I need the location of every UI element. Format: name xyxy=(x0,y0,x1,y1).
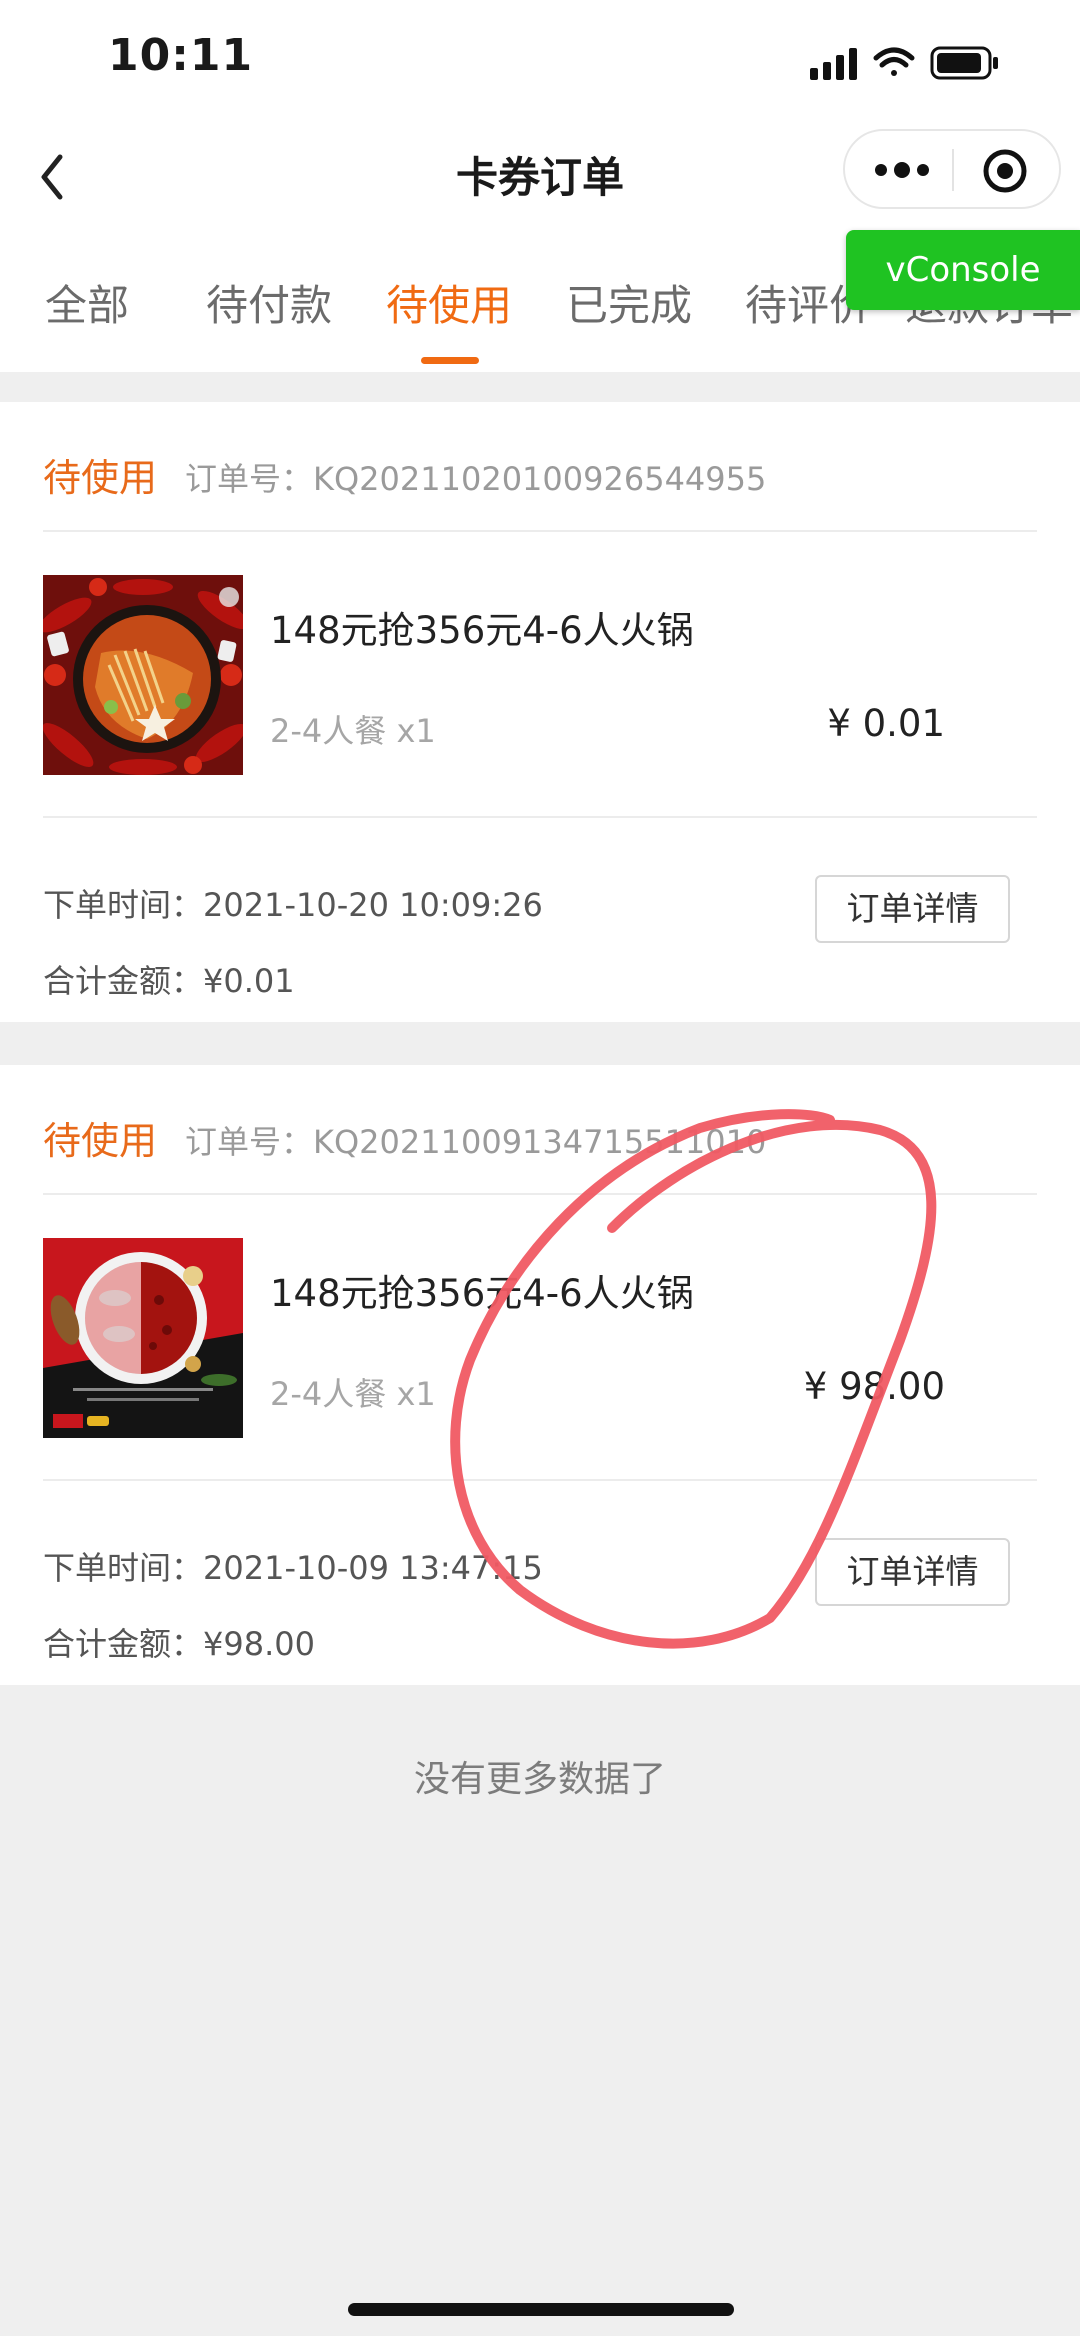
order-status: 待使用 xyxy=(43,1119,158,1163)
no-more-data-text: 没有更多数据了 xyxy=(413,1759,666,1800)
order-detail-button[interactable]: 订单详情 xyxy=(815,875,1010,943)
tab-all[interactable]: 全部 xyxy=(45,272,129,333)
more-icon[interactable] xyxy=(867,149,937,191)
signal-icon xyxy=(810,48,857,80)
divider xyxy=(43,530,1037,532)
order-total: 合计金额：¥0.01 xyxy=(43,962,295,1000)
divider xyxy=(43,1193,1037,1195)
status-time: 10:11 xyxy=(108,30,254,81)
close-miniprogram-icon[interactable] xyxy=(981,147,1029,195)
divider xyxy=(43,816,1037,818)
order-time: 下单时间：2021-10-09 13:47:15 xyxy=(43,1549,543,1587)
home-indicator xyxy=(348,2303,734,2316)
order-detail-button[interactable]: 订单详情 xyxy=(815,1538,1010,1606)
vconsole-button[interactable]: vConsole xyxy=(846,230,1080,310)
order-card: 待使用 订单号：KQ20211020100926544955 148元抢356元… xyxy=(0,402,1080,1022)
product-price: ¥ 0.01 xyxy=(827,702,945,745)
order-number: 订单号：KQ20211020100926544955 xyxy=(185,460,767,498)
status-bar: 10:11 xyxy=(0,0,1080,120)
hotpot-poster-image xyxy=(43,1238,243,1438)
hotpot-image xyxy=(43,575,243,775)
tab-to-use[interactable]: 待使用 xyxy=(386,272,512,333)
product-thumbnail[interactable] xyxy=(43,575,243,775)
product-name[interactable]: 148元抢356元4-6人火锅 xyxy=(270,1263,694,1317)
order-total: 合计金额：¥98.00 xyxy=(43,1625,315,1663)
battery-icon xyxy=(930,46,998,80)
tab-pending-payment[interactable]: 待付款 xyxy=(206,272,332,333)
nav-bar: 卡券订单 xyxy=(0,120,1080,240)
capsule-divider xyxy=(952,149,954,191)
product-price: ¥ 98.00 xyxy=(803,1365,945,1408)
order-number: 订单号：KQ20211009134715511010 xyxy=(185,1123,767,1161)
product-name[interactable]: 148元抢356元4-6人火锅 xyxy=(270,600,694,654)
product-spec: 2-4人餐 x1 xyxy=(270,712,436,750)
order-card: 待使用 订单号：KQ20211009134715511010 148元抢356元… xyxy=(0,1065,1080,1685)
order-time: 下单时间：2021-10-20 10:09:26 xyxy=(43,886,543,924)
miniprogram-capsule xyxy=(843,129,1061,209)
wifi-icon xyxy=(873,47,915,76)
divider xyxy=(43,1479,1037,1481)
active-tab-indicator xyxy=(421,357,479,364)
product-spec: 2-4人餐 x1 xyxy=(270,1375,436,1413)
status-icons xyxy=(810,46,998,80)
tab-completed[interactable]: 已完成 xyxy=(566,272,692,333)
order-status: 待使用 xyxy=(43,456,158,500)
product-thumbnail[interactable] xyxy=(43,1238,243,1438)
